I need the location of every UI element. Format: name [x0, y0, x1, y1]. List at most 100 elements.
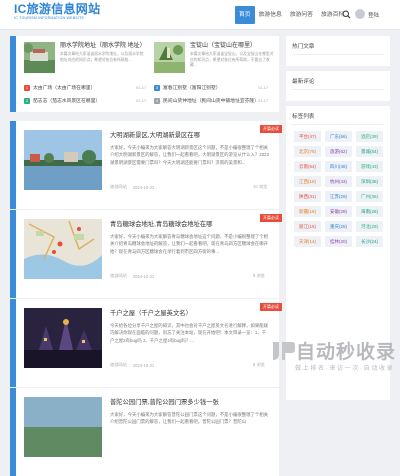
tag-item[interactable]: 长沙(24) [356, 236, 383, 247]
tag-item[interactable]: 平台(47) [294, 131, 321, 142]
post-author[interactable]: 旅游网站 [110, 362, 127, 368]
tag-item[interactable]: 江苏(29) [325, 191, 352, 202]
tag-item[interactable]: 广州(36) [356, 191, 383, 202]
widget-title: 热门文章 [292, 44, 315, 50]
nav-travel-info[interactable]: 旅游信息 [255, 6, 286, 24]
post-author[interactable]: 旅游网站 [110, 184, 127, 190]
tag-item[interactable]: 景城(54) [356, 146, 383, 157]
top-list-title[interactable]: 茄志志（茄志水风景区在哪里） [33, 97, 100, 104]
main-nav: 首页 旅游信息 旅游问答 旅游百科 [235, 6, 348, 24]
widget-hot-posts: 热门文章 [286, 36, 390, 66]
tag-item[interactable]: 海南(26) [356, 206, 383, 217]
watermark-text: 自动秒收录 [296, 342, 397, 363]
post-card-2: 青岛糖球会地址,青岛糖球会地址在哪 大家好，今天小编来为大家解答青岛糖球会地址这… [10, 210, 282, 298]
post-ribbon: 开篇必读 [260, 303, 282, 311]
post-thumb-1[interactable] [24, 130, 102, 190]
post-meta: 旅游网站 2024-10-31 [110, 273, 154, 279]
rank-badge: 1 [24, 84, 30, 91]
divider [292, 124, 384, 125]
widget-recent-comments: 最新评论 [286, 71, 390, 101]
tag-item[interactable]: 桂林(20) [325, 236, 352, 247]
post-card-3: 千户之屋（千户之屋英文名） 今天给各位分享千户之屋的知识，其中也会对千户之屋英文… [10, 299, 282, 387]
watermark-logo-icon [273, 341, 295, 360]
tag-item[interactable]: 新疆(16) [294, 206, 321, 217]
top-list-item-2[interactable]: 2 茄志志（茄志水风景区在哪里） [24, 97, 100, 104]
tag-item[interactable]: 江西(18) [294, 176, 321, 187]
post-excerpt: 大家好，今天小编来为大家解答普陀公园门票这个问题，不是小编很整理了个相关介绍普陀… [110, 412, 269, 425]
site-logo[interactable]: IC旅游信息网站 IC TOURISM INFORMATION WEBSITE [14, 3, 100, 21]
post-date: 2024-10-31 [132, 184, 155, 190]
tag-item[interactable]: 河北(29) [356, 221, 383, 232]
tag-item[interactable]: 旅游(62) [325, 146, 352, 157]
tag-item[interactable]: 杭州(43) [325, 176, 352, 187]
post-thumb-2[interactable] [24, 219, 102, 279]
top-list-title[interactable]: 太由广场（太由广场在哪里） [33, 84, 95, 91]
watermark: 自动秒收录 [270, 337, 396, 364]
post-thumb-3[interactable] [24, 308, 102, 368]
post-title[interactable]: 青岛糖球会地址,青岛糖球会地址在哪 [110, 219, 213, 228]
nav-travel-qa[interactable]: 旅游问答 [286, 6, 317, 24]
post-ribbon: 开篇必读 [260, 125, 282, 133]
post-thumb-4[interactable] [24, 397, 102, 457]
tag-item[interactable]: 丽江(15) [294, 221, 321, 232]
tag-item[interactable]: 重庆(25) [325, 221, 352, 232]
avatar[interactable] [355, 9, 365, 19]
featured-thumb-1 [24, 42, 55, 73]
featured-thumb-2 [154, 42, 185, 73]
post-excerpt: 大家好，今天小编来为大家解答大明湖新景区这个问题，不是小编很整理了个相关介绍大明… [110, 145, 270, 165]
tag-item[interactable]: 天津(14) [294, 236, 321, 247]
top-list-date: 01-17 [136, 98, 147, 103]
logo-title: IC旅游信息网站 [14, 2, 101, 16]
top-list-date: 01-17 [136, 85, 147, 90]
widget-title: 最新评论 [292, 79, 315, 85]
featured-post-1[interactable]: 丽水学院地址（丽水学院 地址） 本篇文章给大家谈谈丽水学院地址，以及丽水学院地址… [24, 42, 146, 73]
nav-home[interactable]: 首页 [235, 6, 255, 24]
post-views: 8 浏览 [253, 362, 265, 367]
post-card-1: 大明湖新景区,大明湖新景区在哪 大家好，今天小编来为大家解答大明湖新景区这个问题… [10, 121, 282, 209]
featured-accent-bar [10, 36, 16, 112]
top-list-item-3[interactable]: 3 富春江别墅（富阳江别墅） [154, 84, 221, 91]
post-title[interactable]: 大明湖新景区,大明湖新景区在哪 [110, 130, 200, 139]
rank-badge: 2 [24, 97, 30, 104]
tag-item[interactable]: 游戏(43) [356, 161, 383, 172]
featured-title-1[interactable]: 丽水学院地址（丽水学院 地址） [60, 42, 146, 50]
top-list-item-4[interactable]: 4 民间山货仲地址（民间山货中铺地址宜芬隆） [154, 97, 259, 104]
post-title[interactable]: 普陀公园门票,普陀公园门票多少钱一张 [110, 397, 219, 406]
tag-item[interactable]: 陕西(31) [294, 191, 321, 202]
tag-item[interactable]: 广东(66) [325, 131, 352, 142]
site-header: IC旅游信息网站 IC TOURISM INFORMATION WEBSITE … [0, 0, 400, 30]
post-card-4: 普陀公园门票,普陀公园门票多少钱一张 大家好，今天小编来为大家解答普陀公园门票这… [10, 388, 279, 476]
tag-item[interactable]: 酒店(39) [356, 131, 383, 142]
tag-item[interactable]: 四川(48) [325, 161, 352, 172]
tag-item[interactable]: 云南(54) [294, 161, 321, 172]
top-list-title[interactable]: 民间山货仲地址（民间山货中铺地址宜芬隆） [163, 97, 259, 104]
post-excerpt: 今天给各位分享千户之屋的知识，其中也会对千户之屋英文名进行解释，如果能碰巧解决你… [110, 323, 269, 343]
post-excerpt: 大家好，今天小编来为大家解答青岛糖球会地址这个问题，不是小编很整理了个相关介绍青… [110, 234, 269, 254]
search-icon[interactable] [342, 10, 351, 19]
post-views: 9 浏览 [253, 273, 265, 278]
post-meta: 旅游网站 2024-10-31 [110, 362, 154, 368]
featured-desc-1: 本篇文章给大家谈谈丽水学院地址，以及丽水学院地址对应的知识点，希望对各位有所帮助… [60, 52, 144, 62]
tag-item[interactable]: 深圳(36) [356, 176, 383, 187]
top-list-item-1[interactable]: 1 太由广场（太由广场在哪里） [24, 84, 95, 91]
rank-badge: 4 [154, 97, 160, 104]
login-link[interactable]: 登陆 [368, 11, 379, 19]
featured-desc-2: 本篇文章给大家谈谈宝锭山，以及宝锭山在哪里对应的知识点，希望对各位有所帮助，不要… [190, 52, 274, 67]
post-meta: 旅游网站 2024-10-31 [110, 184, 154, 190]
tag-item[interactable]: 安徽(28) [325, 206, 352, 217]
post-accent-bar [10, 388, 16, 476]
post-date: 2024-10-31 [132, 362, 155, 368]
logo-subtitle: IC TOURISM INFORMATION WEBSITE [14, 16, 85, 20]
divider [292, 89, 384, 90]
post-author[interactable]: 旅游网站 [110, 273, 127, 279]
post-ribbon: 开篇必读 [260, 214, 282, 222]
divider [292, 54, 384, 55]
top-list-date: 01-17 [258, 85, 269, 90]
tag-item[interactable]: 北京(75) [294, 146, 321, 157]
post-accent-bar [10, 210, 16, 298]
post-title[interactable]: 千户之屋（千户之屋英文名） [110, 308, 192, 317]
top-list-title[interactable]: 富春江别墅（富阳江别墅） [163, 84, 221, 91]
featured-title-2[interactable]: 宝锭山（宝锭山在哪里） [190, 42, 275, 50]
featured-post-2[interactable]: 宝锭山（宝锭山在哪里） 本篇文章给大家谈谈宝锭山，以及宝锭山在哪里对应的知识点，… [154, 42, 275, 73]
widget-title: 标签列表 [292, 114, 315, 120]
